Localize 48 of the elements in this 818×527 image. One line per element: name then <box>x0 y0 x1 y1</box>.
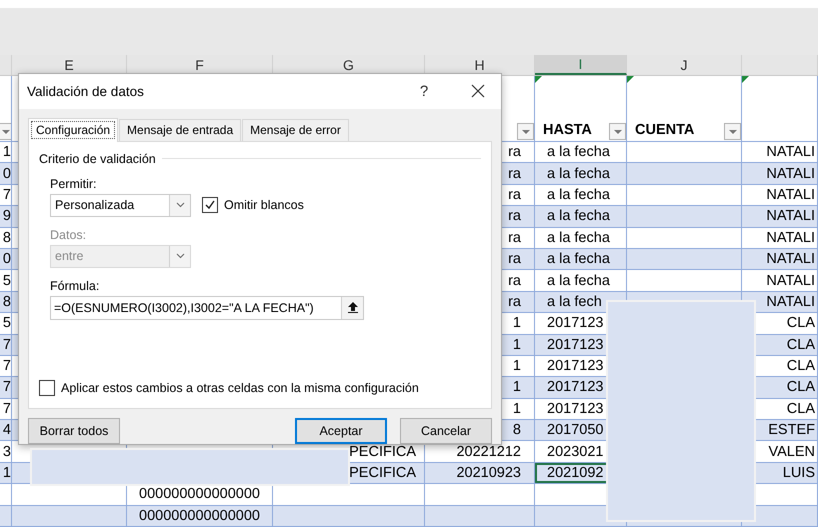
table-cell: 0 <box>0 248 12 270</box>
table-cell: 1 <box>0 462 12 484</box>
filter-dropdown-button[interactable] <box>517 123 534 140</box>
dialog-tab[interactable]: Mensaje de entrada <box>119 118 242 141</box>
field-label: Fórmula: <box>50 278 100 293</box>
dialog-button[interactable]: Cancelar <box>400 418 492 444</box>
table-cell: 8 <box>0 292 12 314</box>
table-cell: 4 <box>0 420 12 442</box>
table-cell: a la fecha <box>535 206 627 228</box>
help-button[interactable]: ? <box>409 78 439 104</box>
formula-field[interactable]: =O(ESNUMERO(I3002),I3002="A LA FECHA") <box>50 296 364 320</box>
dialog-title: Validación de datos <box>27 84 145 99</box>
dialog-button[interactable]: Aceptar <box>295 418 387 444</box>
checkmark-icon <box>204 199 216 212</box>
dialog-tab[interactable]: Configuración <box>28 118 118 142</box>
ignore-blank-checkbox[interactable]: Omitir blancos <box>202 197 304 214</box>
chevron-down-icon <box>176 202 184 208</box>
close-icon <box>471 84 485 98</box>
table-cell: 7 <box>0 377 12 399</box>
field-label: Permitir: <box>50 176 98 191</box>
table-cell: 20210923 <box>425 462 535 484</box>
filter-dropdown-button[interactable] <box>609 123 626 140</box>
table-cell: NATALI <box>742 206 818 228</box>
table-cell: a la fecha <box>535 248 627 270</box>
table-cell: a la fecha <box>535 163 627 185</box>
filter-dropdown-button[interactable] <box>724 123 741 140</box>
table-cell: NATALI <box>742 248 818 270</box>
field-label: Datos: <box>50 228 88 242</box>
chevron-down-icon <box>176 253 184 260</box>
allow-dropdown[interactable]: Personalizada <box>50 194 191 217</box>
column-header[interactable]: I <box>535 55 627 75</box>
error-indicator-icon <box>742 76 749 83</box>
header-label: CUENTA <box>634 122 696 140</box>
up-arrow-icon <box>348 302 358 314</box>
table-cell: 000000000000000 <box>127 506 273 527</box>
error-indicator-icon <box>627 76 634 83</box>
header-label: HASTA <box>542 122 593 140</box>
table-cell: 0 <box>0 163 12 185</box>
dialog-tab[interactable]: Mensaje de error <box>242 118 349 141</box>
table-cell: 7 <box>0 334 12 356</box>
collapse-dialog-button[interactable] <box>341 296 363 319</box>
dialog-button[interactable]: Borrar todos <box>28 418 120 444</box>
table-cell <box>0 506 12 527</box>
group-title: Criterio de validación <box>39 152 156 166</box>
table-cell: 9 <box>0 206 12 228</box>
column-header[interactable]: J <box>627 55 742 75</box>
error-indicator-icon <box>535 76 542 83</box>
table-cell: NATALI <box>742 163 818 185</box>
